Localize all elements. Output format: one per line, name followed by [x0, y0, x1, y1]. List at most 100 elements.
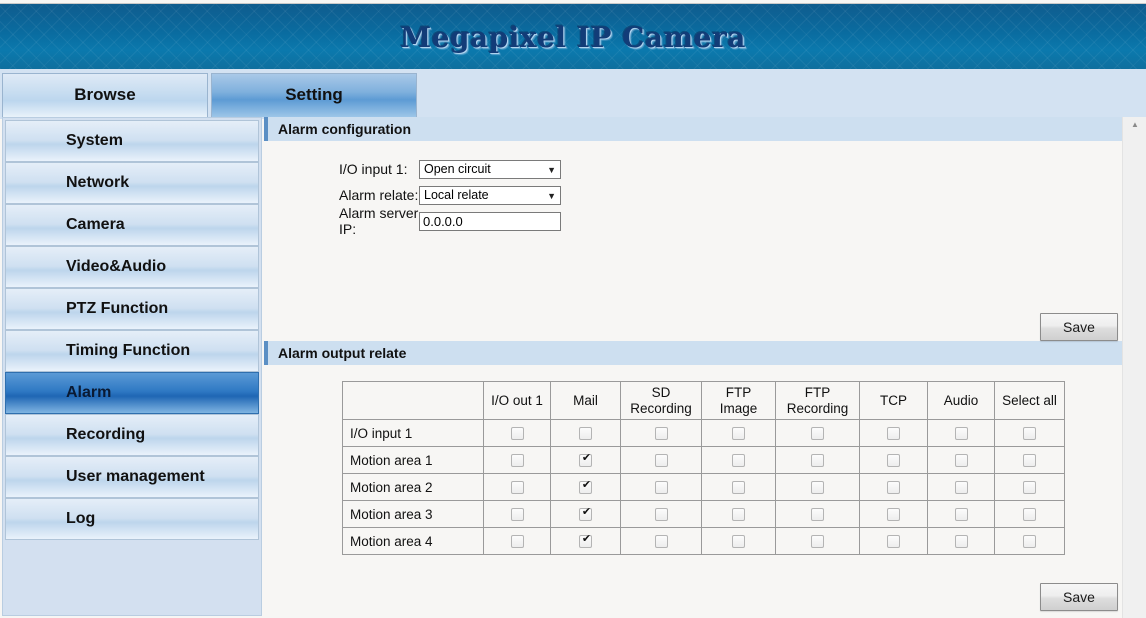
- checkbox-io-input-1-ftp-recording[interactable]: [811, 427, 824, 441]
- cell-ftp-recording: [775, 527, 860, 555]
- checkbox-motion-area-3-select-all[interactable]: [1023, 508, 1036, 522]
- th-ftp-image: FTP Image: [701, 381, 776, 420]
- save-button-alarm-configuration[interactable]: Save: [1040, 313, 1118, 341]
- checkbox-io-input-1-select-all[interactable]: [1023, 427, 1036, 441]
- cell-ftp-recording: [775, 446, 860, 474]
- tab-setting[interactable]: Setting: [211, 73, 417, 117]
- table-row: Motion area 1: [342, 446, 1065, 474]
- checkbox-io-input-1-ftp-image[interactable]: [732, 427, 745, 441]
- sidebar-item-video-audio[interactable]: Video&Audio: [5, 246, 259, 288]
- checkbox-motion-area-4-select-all[interactable]: [1023, 535, 1036, 549]
- checkbox-motion-area-1-io-out-1[interactable]: [510, 454, 524, 468]
- cell-mail: [550, 527, 621, 555]
- cell-ftp-recording: [775, 473, 860, 501]
- checkbox-motion-area-3-io-out-1[interactable]: [510, 508, 524, 522]
- checkbox-motion-area-4-io-out-1[interactable]: [510, 535, 524, 549]
- cell-tcp: [859, 419, 928, 447]
- checkbox-motion-area-3-mail[interactable]: [579, 506, 593, 522]
- cell-select-all: [994, 500, 1065, 528]
- table-header-row: I/O out 1 Mail SD Recording FTP Image FT…: [342, 381, 1065, 420]
- cell-audio: [927, 500, 995, 528]
- cell-io-out-1: [483, 419, 551, 447]
- checkbox-motion-area-1-ftp-recording[interactable]: [811, 454, 824, 468]
- table-row: Motion area 2: [342, 473, 1065, 501]
- checkbox-motion-area-1-ftp-image[interactable]: [732, 454, 745, 468]
- checkbox-motion-area-2-ftp-recording[interactable]: [811, 481, 824, 495]
- cell-mail: [550, 473, 621, 501]
- checkbox-motion-area-1-sd-recording[interactable]: [654, 454, 668, 468]
- sidebar-item-timing-function[interactable]: Timing Function: [5, 330, 259, 372]
- io-input-1-select[interactable]: Open circuit ▼: [419, 159, 561, 179]
- label-alarm-relate: Alarm relate:: [339, 187, 419, 203]
- save-button-alarm-output-relate[interactable]: Save: [1040, 583, 1118, 611]
- checkbox-motion-area-2-select-all[interactable]: [1023, 481, 1036, 495]
- checkbox-motion-area-3-tcp[interactable]: [887, 508, 900, 522]
- checkbox-io-input-1-sd-recording[interactable]: [654, 427, 668, 441]
- cell-audio: [927, 419, 995, 447]
- field-row-alarm-relate: Alarm relate: Local relate ▼: [264, 183, 1122, 207]
- checkbox-motion-area-2-io-out-1[interactable]: [510, 481, 524, 495]
- checkbox-motion-area-2-audio[interactable]: [954, 481, 968, 495]
- cell-io-out-1: [483, 473, 551, 501]
- table-body: I/O input 1 Motion area 1 ✔ Motion area …: [342, 419, 1065, 555]
- field-row-io-input-1: I/O input 1: Open circuit ▼: [264, 157, 1122, 181]
- field-row-alarm-server-ip: Alarm server IP:: [264, 205, 1122, 237]
- checkbox-motion-area-2-tcp[interactable]: [887, 481, 900, 495]
- checkbox-motion-area-1-audio[interactable]: [954, 454, 968, 468]
- section-header-alarm-output-relate: Alarm output relate: [264, 341, 1122, 365]
- checkbox-io-input-1-mail[interactable]: [579, 427, 592, 441]
- cell-sd-recording: [620, 419, 702, 447]
- row-label: Motion area 1: [342, 446, 484, 474]
- checkbox-motion-area-3-sd-recording[interactable]: [654, 508, 668, 522]
- checkbox-io-input-1-io-out-1[interactable]: [510, 427, 524, 441]
- sidebar-item-alarm[interactable]: Alarm: [5, 372, 259, 414]
- content-area: Alarm configuration I/O input 1: Open ci…: [264, 117, 1122, 618]
- checkbox-motion-area-4-mail[interactable]: [579, 533, 593, 549]
- th-blank: [342, 381, 484, 420]
- alarm-server-ip-input[interactable]: [419, 211, 561, 231]
- cell-select-all: [994, 473, 1065, 501]
- cell-ftp-recording: [775, 419, 860, 447]
- cell-ftp-image: [701, 527, 776, 555]
- checkbox-io-input-1-audio[interactable]: [954, 427, 968, 441]
- sidebar-item-log[interactable]: Log: [5, 498, 259, 540]
- checkbox-io-input-1-tcp[interactable]: [887, 427, 900, 441]
- checkbox-motion-area-4-ftp-recording[interactable]: [811, 535, 824, 549]
- sidebar-item-recording[interactable]: Recording: [5, 414, 259, 456]
- cell-sd-recording: [620, 500, 702, 528]
- checkbox-motion-area-3-ftp-image[interactable]: [732, 508, 745, 522]
- tab-browse[interactable]: Browse: [2, 73, 208, 117]
- cell-ftp-recording: [775, 500, 860, 528]
- sidebar-item-camera[interactable]: Camera: [5, 204, 259, 246]
- checkbox-motion-area-3-audio[interactable]: [954, 508, 968, 522]
- alarm-output-relate-panel: I/O out 1 Mail SD Recording FTP Image FT…: [264, 381, 1122, 618]
- section-header-alarm-configuration: Alarm configuration: [264, 117, 1122, 141]
- checkbox-motion-area-4-sd-recording[interactable]: [654, 535, 668, 549]
- cell-io-out-1: [483, 446, 551, 474]
- scroll-up-arrow-icon[interactable]: ▲: [1123, 117, 1146, 133]
- sidebar-item-ptz-function[interactable]: PTZ Function: [5, 288, 259, 330]
- checkbox-motion-area-2-mail[interactable]: [579, 479, 593, 495]
- checkbox-motion-area-4-audio[interactable]: [954, 535, 968, 549]
- sidebar-item-system[interactable]: System: [5, 120, 259, 162]
- checkbox-motion-area-3-ftp-recording[interactable]: [811, 508, 824, 522]
- app-banner: Megapixel IP Camera: [0, 3, 1146, 69]
- cell-tcp: [859, 500, 928, 528]
- checkbox-motion-area-1-tcp[interactable]: [887, 454, 900, 468]
- cell-tcp: [859, 527, 928, 555]
- checkbox-motion-area-4-ftp-image[interactable]: [732, 535, 745, 549]
- table-row: I/O input 1: [342, 419, 1065, 447]
- sidebar-item-network[interactable]: Network: [5, 162, 259, 204]
- checkbox-motion-area-4-tcp[interactable]: [887, 535, 900, 549]
- cell-sd-recording: [620, 473, 702, 501]
- checkbox-motion-area-2-sd-recording[interactable]: [654, 481, 668, 495]
- row-label: Motion area 3: [342, 500, 484, 528]
- checkbox-motion-area-2-ftp-image[interactable]: [732, 481, 745, 495]
- sidebar-item-user-management[interactable]: User management: [5, 456, 259, 498]
- alarm-relate-select[interactable]: Local relate ▼: [419, 185, 561, 205]
- row-label: I/O input 1: [342, 419, 484, 447]
- checkbox-motion-area-1-select-all[interactable]: [1023, 454, 1036, 468]
- cell-select-all: [994, 446, 1065, 474]
- vertical-scrollbar[interactable]: ▲: [1122, 117, 1146, 618]
- checkbox-motion-area-1-mail[interactable]: [579, 452, 593, 468]
